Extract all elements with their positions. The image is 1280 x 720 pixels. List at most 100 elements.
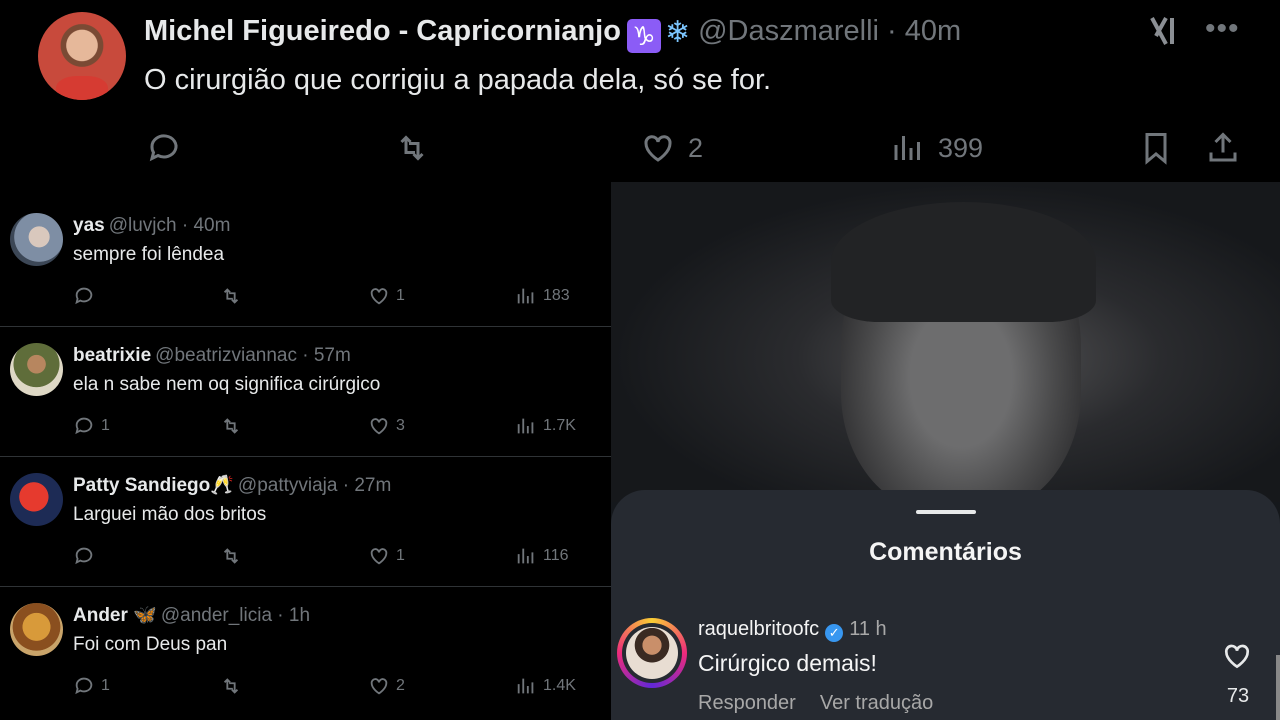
reply-text: Larguei mão dos britos [73, 504, 267, 525]
reply-header: yas @luvjch · 40m [73, 215, 230, 237]
replies-list: yas @luvjch · 40m sempre foi lêndea 1 183… [0, 197, 611, 720]
avatar[interactable] [10, 603, 63, 656]
views-icon [517, 678, 534, 694]
reply-icon [75, 287, 93, 305]
scrollbar[interactable] [1276, 655, 1280, 720]
retweet-icon [223, 418, 239, 434]
author-handle-time[interactable]: @pattyviaja · 27m [238, 475, 391, 496]
avatar[interactable] [617, 618, 687, 688]
comment-username[interactable]: raquelbritoofc [698, 618, 819, 640]
author-name[interactable]: Michel Figueiredo - Capricornianjo [144, 15, 621, 47]
main-tweet[interactable]: Michel Figueiredo - Capricornianjo ♑ ❄ @Das… [0, 0, 1280, 182]
views-icon [517, 418, 534, 434]
retweet-button[interactable] [220, 415, 242, 437]
share-button[interactable] [1205, 130, 1241, 166]
list-item[interactable]: Ander 🦋 @ander_licia · 1h Foi com Deus pa… [0, 587, 611, 717]
reply-text: ela n sabe nem oq significa cirúrgico [73, 374, 381, 395]
heart-icon [370, 418, 388, 435]
like-button[interactable]: 2 [368, 675, 405, 697]
reply-text: Foi com Deus pan [73, 634, 228, 655]
author-name[interactable]: Patty Sandiego🥂 [73, 475, 234, 496]
comments-title: Comentários [869, 538, 1022, 566]
view-count: 399 [938, 132, 984, 163]
reply-link[interactable]: Responder [698, 692, 796, 714]
bookmark-icon [1145, 133, 1167, 165]
avatar[interactable] [10, 343, 63, 396]
tweet-actions: 2 399 [0, 130, 1280, 174]
heart-icon [370, 548, 388, 565]
author-handle-time[interactable]: @Daszmarelli · 40m [698, 15, 961, 47]
reply-text: sempre foi lêndea [73, 244, 225, 265]
avatar[interactable] [10, 213, 63, 266]
like-button[interactable]: 3 [368, 415, 405, 437]
comment-header: raquelbritoofc ✓ 11 h [698, 618, 887, 642]
heart-icon [370, 678, 388, 695]
sheet-drag-handle[interactable] [916, 510, 976, 514]
author-name[interactable]: Ander 🦋 [73, 605, 157, 626]
avatar[interactable] [38, 12, 126, 100]
heart-icon [370, 288, 388, 305]
video-frame[interactable] [611, 182, 1280, 512]
list-item[interactable]: Patty Sandiego🥂 @pattyviaja · 27m Larguei… [0, 457, 611, 587]
author-name[interactable]: yas [73, 215, 105, 236]
tweet-text: O cirurgião que corrigiu a papada dela, … [144, 64, 772, 96]
views-icon [894, 136, 920, 160]
video-comments-panel: Comentários raquelbritoofc ✓ 11 h Cirúrgic… [611, 182, 1280, 720]
avatar[interactable] [10, 473, 63, 526]
author-name[interactable]: beatrixie [73, 345, 151, 366]
list-item[interactable]: yas @luvjch · 40m sempre foi lêndea 1 183 [0, 197, 611, 327]
retweet-button[interactable] [220, 675, 242, 697]
retweet-icon [400, 135, 424, 161]
retweet-button[interactable] [394, 130, 430, 166]
comment-actions: Responder Ver tradução [698, 692, 933, 715]
like-count: 2 [688, 132, 704, 163]
view-count: 1.7K [543, 417, 576, 434]
reply-header: Patty Sandiego🥂 @pattyviaja · 27m [73, 475, 391, 497]
view-count: 116 [543, 547, 569, 564]
comments-sheet: Comentários raquelbritoofc ✓ 11 h Cirúrgic… [611, 490, 1280, 720]
like-button[interactable]: 1 [368, 545, 405, 567]
retweet-icon [223, 678, 239, 694]
reply-actions: 1 2 1.4K [73, 675, 583, 699]
views-button[interactable]: 1.4K [515, 675, 576, 697]
retweet-button[interactable] [220, 285, 242, 307]
views-button[interactable]: 116 [515, 545, 569, 567]
verified-icon: ✓ [825, 624, 844, 642]
views-icon [517, 548, 534, 564]
reply-button[interactable] [73, 545, 101, 567]
comment-time: 11 h [849, 618, 887, 640]
reply-button[interactable] [73, 285, 101, 307]
reply-actions: 1 116 [73, 545, 583, 569]
views-button[interactable]: 399 [890, 130, 983, 166]
views-icon [517, 288, 534, 304]
reply-button[interactable]: 1 [73, 675, 110, 697]
translate-link[interactable]: Ver tradução [820, 692, 933, 714]
comment-like-count: 73 [1226, 685, 1250, 707]
bookmark-button[interactable] [1138, 130, 1174, 166]
comment-text: Cirúrgico demais! [698, 650, 877, 676]
like-count: 2 [396, 677, 405, 694]
like-count: 1 [396, 547, 405, 564]
snowflake-emoji: ❄ [664, 16, 691, 49]
views-button[interactable]: 1.7K [515, 415, 576, 437]
author-handle-time[interactable]: @beatrizviannac · 57m [155, 345, 351, 366]
like-button[interactable]: 1 [368, 285, 405, 307]
retweet-button[interactable] [220, 545, 242, 567]
views-button[interactable]: 183 [515, 285, 570, 307]
heart-icon [1224, 644, 1250, 669]
like-button[interactable]: 2 [640, 130, 703, 166]
retweet-icon [223, 548, 239, 564]
capricorn-emoji: ♑ [626, 19, 661, 53]
reply-button[interactable]: 1 [73, 415, 110, 437]
author-handle-time[interactable]: @luvjch · 40m [109, 215, 231, 236]
reply-count: 1 [101, 417, 110, 434]
list-item[interactable]: beatrixie @beatrizviannac · 57m ela n sab… [0, 327, 611, 457]
reply-button[interactable] [146, 130, 182, 166]
comment-like-button[interactable] [1221, 640, 1257, 676]
more-icon[interactable]: ••• [1205, 14, 1240, 44]
like-count: 1 [396, 287, 405, 304]
grok-icon[interactable] [1148, 14, 1182, 48]
tweet-header: Michel Figueiredo - Capricornianjo ♑ ❄ @Das… [144, 12, 961, 53]
author-handle-time[interactable]: @ander_licia · 1h [161, 605, 310, 626]
retweet-icon [223, 288, 239, 304]
